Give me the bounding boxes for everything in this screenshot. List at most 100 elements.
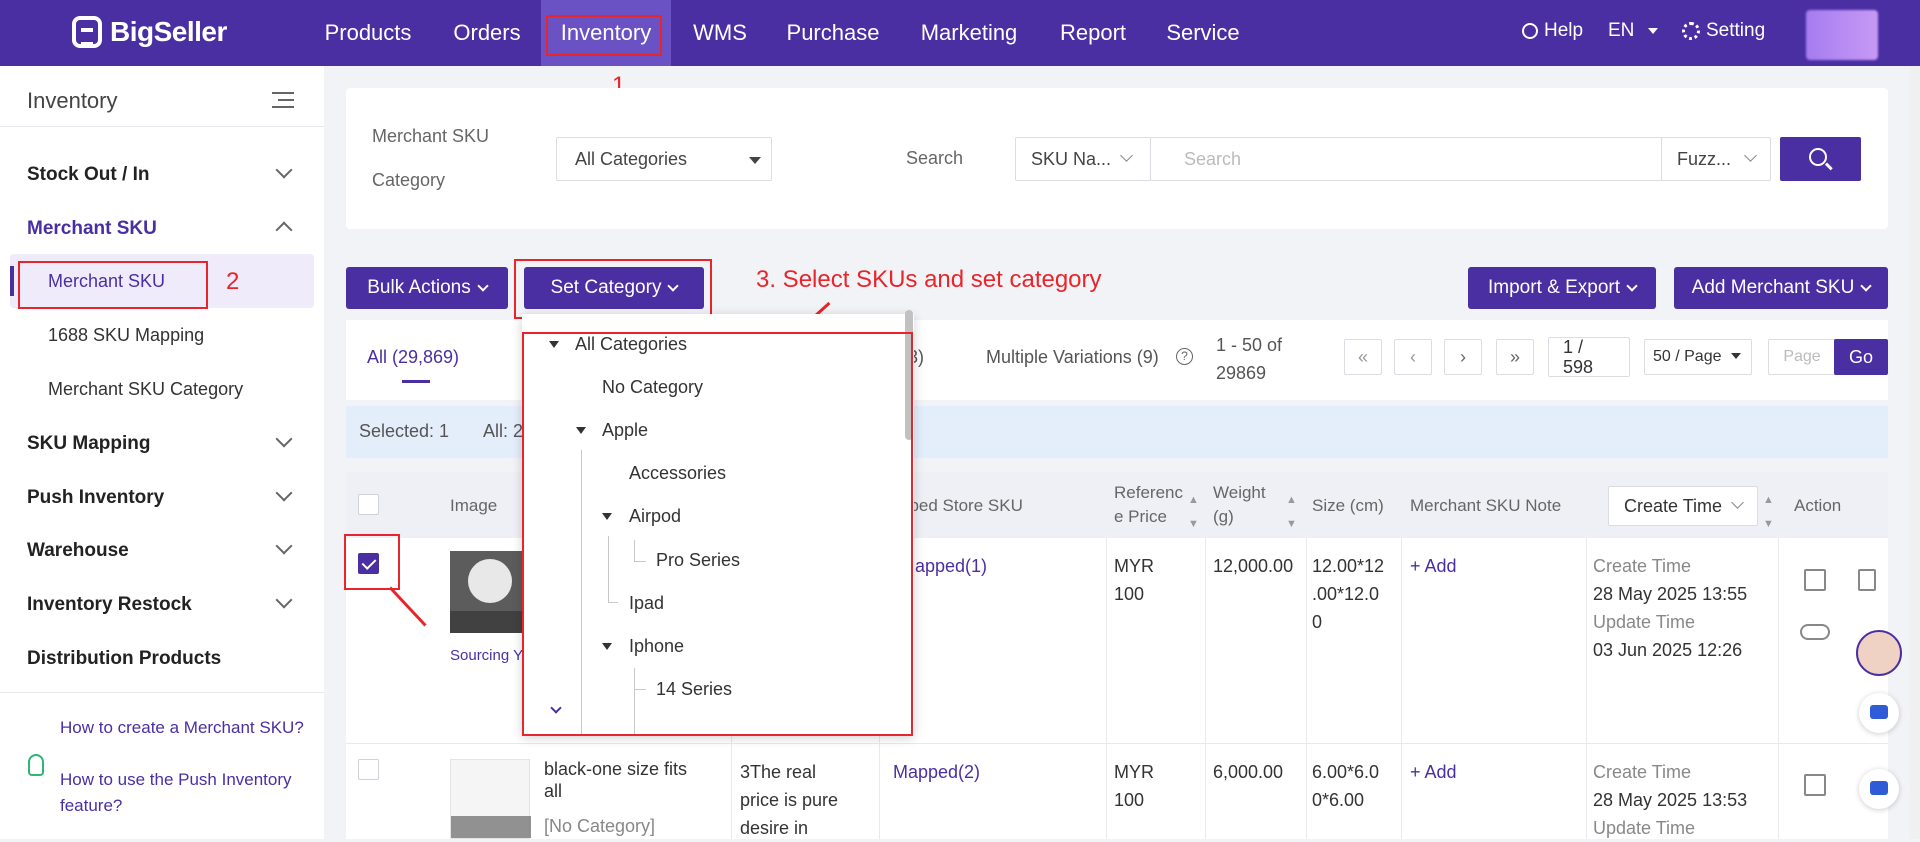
nav-inventory[interactable]: Inventory xyxy=(541,0,671,66)
mapped-link[interactable]: Mapped(2) xyxy=(893,758,980,786)
sidebar-group-sku-mapping[interactable]: SKU Mapping xyxy=(27,433,151,455)
sourcing-link[interactable]: Sourcing Y xyxy=(450,642,523,670)
sidebar-group-distribution[interactable]: Distribution Products xyxy=(27,648,221,670)
expand-triangle-icon[interactable] xyxy=(602,643,612,650)
nav-orders[interactable]: Orders xyxy=(440,0,534,66)
category-select[interactable]: All Categories xyxy=(556,137,772,181)
add-merchant-sku-label: Add Merchant SKU xyxy=(1691,277,1855,298)
language-select[interactable]: EN xyxy=(1608,20,1659,42)
tree-node-no-category[interactable]: No Category xyxy=(602,377,703,398)
size-line-2: 0*6.00 xyxy=(1312,790,1365,810)
nav-report[interactable]: Report xyxy=(1050,0,1136,66)
edit-image-icon[interactable] xyxy=(451,816,531,838)
page-scrollbar[interactable] xyxy=(1910,66,1920,839)
category-label-2: Category xyxy=(372,170,446,190)
product-image[interactable] xyxy=(450,551,530,633)
chevron-down-icon xyxy=(1860,280,1872,292)
sidebar-group-warehouse[interactable]: Warehouse xyxy=(27,540,129,562)
product-image[interactable] xyxy=(450,759,531,839)
sort-icon[interactable]: ▲ ▼ xyxy=(1188,488,1199,536)
add-note-button[interactable]: + Add xyxy=(1410,552,1457,580)
search-label: Search xyxy=(906,148,964,168)
link-icon[interactable] xyxy=(1800,624,1830,640)
help-link-create-sku[interactable]: How to create a Merchant SKU? xyxy=(60,715,310,741)
lightbulb-icon xyxy=(28,754,44,776)
create-time-value: 28 May 2025 13:53 xyxy=(1593,790,1748,810)
tree-node-pro-series[interactable]: Pro Series xyxy=(656,550,740,571)
bulk-actions-button[interactable]: Bulk Actions xyxy=(346,267,508,309)
set-category-button[interactable]: Set Category xyxy=(524,267,704,309)
tab-multiple-variations[interactable]: Multiple Variations (9) xyxy=(986,347,1159,368)
next-page-button[interactable]: › xyxy=(1444,339,1482,375)
first-page-button[interactable]: « xyxy=(1344,339,1382,375)
last-page-button[interactable]: » xyxy=(1496,339,1534,375)
copy-icon[interactable] xyxy=(1858,569,1876,591)
update-time-value: 03 Jun 2025 12:26 xyxy=(1593,640,1743,660)
dropdown-scrollbar[interactable] xyxy=(905,310,913,440)
tree-node-airpod[interactable]: Airpod xyxy=(629,506,681,527)
support-agent-avatar[interactable] xyxy=(1856,630,1902,676)
tab-all[interactable]: All (29,869) xyxy=(367,347,459,368)
collapse-sidebar-icon[interactable] xyxy=(272,92,294,110)
search-button[interactable] xyxy=(1780,137,1861,181)
add-merchant-sku-button[interactable]: Add Merchant SKU xyxy=(1674,267,1888,309)
help-link-push-inventory[interactable]: How to use the Push Inventory feature? xyxy=(60,767,310,819)
edit-icon[interactable] xyxy=(1804,569,1826,591)
size-line-3: 0 xyxy=(1312,612,1323,632)
sidebar-group-restock[interactable]: Inventory Restock xyxy=(27,594,192,616)
tree-node-ipad[interactable]: Ipad xyxy=(629,593,664,614)
search-field-select[interactable]: SKU Na... xyxy=(1015,137,1151,181)
nav-wms[interactable]: WMS xyxy=(680,0,760,66)
edit-icon[interactable] xyxy=(1804,774,1826,796)
row-checkbox[interactable] xyxy=(358,553,379,574)
edit-image-icon[interactable] xyxy=(450,611,530,633)
prev-page-button[interactable]: ‹ xyxy=(1394,339,1432,375)
sidebar-group-stock[interactable]: Stock Out / In xyxy=(27,164,149,186)
sidebar-group-merchant-sku[interactable]: Merchant SKU xyxy=(27,218,157,240)
user-avatar[interactable] xyxy=(1806,10,1878,60)
tree-node-iphone[interactable]: Iphone xyxy=(629,636,684,657)
expand-triangle-icon[interactable] xyxy=(549,341,559,348)
tree-node-accessories[interactable]: Accessories xyxy=(629,463,726,484)
match-mode-select[interactable]: Fuzz... xyxy=(1661,137,1771,181)
sidebar-item-merchant-sku[interactable]: Merchant SKU xyxy=(48,271,165,292)
tree-node-all-categories[interactable]: All Categories xyxy=(575,334,687,355)
tree-node-14-series[interactable]: 14 Series xyxy=(656,679,732,700)
nav-service[interactable]: Service xyxy=(1152,0,1254,66)
chevron-down-icon xyxy=(667,280,680,292)
sort-icon[interactable]: ▲ ▼ xyxy=(1763,488,1774,536)
expand-triangle-icon[interactable] xyxy=(576,427,586,434)
create-time-sort-select[interactable]: Create Time xyxy=(1608,486,1758,526)
tree-node-apple[interactable]: Apple xyxy=(602,420,648,441)
product-title-3: desire in xyxy=(740,818,809,838)
header-ref-price[interactable]: Referenc e Price xyxy=(1114,481,1183,529)
nav-purchase[interactable]: Purchase xyxy=(776,0,890,66)
row-checkbox[interactable] xyxy=(358,759,379,780)
search-input[interactable]: Search xyxy=(1150,137,1662,181)
import-export-button[interactable]: Import & Export xyxy=(1468,267,1656,309)
scroll-down-chevron-icon[interactable] xyxy=(550,702,562,714)
select-all-checkbox[interactable] xyxy=(358,494,379,515)
add-note-button[interactable]: + Add xyxy=(1410,758,1457,786)
go-button[interactable]: Go xyxy=(1834,339,1888,375)
tab-underline xyxy=(402,380,430,383)
sidebar-group-push-inventory[interactable]: Push Inventory xyxy=(27,487,164,509)
ref-price-value: 100 xyxy=(1114,584,1145,604)
per-page-select[interactable]: 50 / Page xyxy=(1644,339,1752,375)
nav-marketing[interactable]: Marketing xyxy=(904,0,1034,66)
page-indicator[interactable]: 1 / 598 xyxy=(1548,337,1630,377)
chat-button[interactable] xyxy=(1859,693,1899,733)
sort-icon[interactable]: ▲ ▼ xyxy=(1286,488,1297,536)
annotation-number-2: 2 xyxy=(226,268,240,295)
expand-triangle-icon[interactable] xyxy=(602,513,612,520)
bigseller-logo[interactable]: BigSeller xyxy=(72,16,227,48)
help-link[interactable]: Help xyxy=(1522,20,1583,42)
setting-link[interactable]: Setting xyxy=(1682,20,1765,42)
header-weight[interactable]: Weight (g) xyxy=(1213,481,1266,529)
sidebar-item-1688-mapping[interactable]: 1688 SKU Mapping xyxy=(48,325,204,346)
nav-products[interactable]: Products xyxy=(318,0,418,66)
info-icon[interactable]: ? xyxy=(1176,348,1193,365)
assistant-button[interactable] xyxy=(1859,769,1899,809)
sidebar-item-sku-category[interactable]: Merchant SKU Category xyxy=(48,379,243,400)
page-jump-input[interactable]: Page xyxy=(1768,339,1836,375)
